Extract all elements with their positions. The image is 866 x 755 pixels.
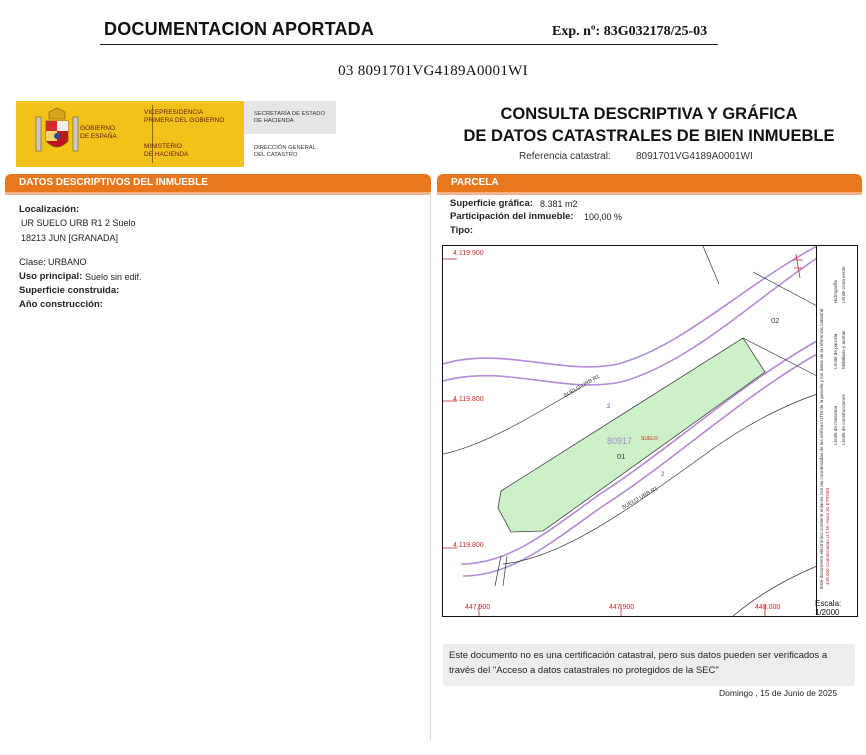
parcel-tag: SUELO [641,436,658,442]
direccion-label: DIRECCIÓN GENERAL DEL CATASTRO [254,145,316,159]
vice-line2: PRIMERA DEL GOBIERNO [144,117,225,124]
disclaimer-note: Este documento no es una certificación c… [443,644,855,686]
cadastral-map[interactable]: 4.119.900 4.119.800 4.119.800 447.900 44… [442,245,858,617]
document-date: Domingo , 15 de Junio de 2025 [719,688,838,698]
header-divider [100,44,718,45]
participacion-value: 100,00 % [584,212,623,222]
gobierno-line2: DE ESPAÑA [80,133,117,140]
consulta-title-line1: CONSULTA DESCRIPTIVA Y GRÁFICA [500,105,798,123]
secretaria-line2: DE HACIENDA [254,118,294,124]
coord-y-bottom: 4.119.800 [453,542,484,549]
gobierno-line1: GOBIERNO [80,125,116,132]
note-line2: través del "Acceso a datos catastrales n… [449,665,719,676]
consulta-title: CONSULTA DESCRIPTIVA Y GRÁFICA DE DATOS … [440,103,858,147]
ministerio-line1: MINISTERIO [144,143,182,150]
expediente-number: Exp. nº: 83G032178/25-03 [552,24,708,39]
parcela-header: PARCELA [437,174,862,192]
ministerio-line2: DE HACIENDA [144,151,189,158]
street-number-upper: 2 [607,404,611,410]
legend-utm-note: 448.000 Coordenadas U.T.M. Huso 30 ETRS8… [825,487,830,585]
localizacion-line1: UR SUELO URB R1 2 Suelo [21,218,136,228]
neighbor-parcel-label: 02 [771,316,780,325]
coord-x-right: 448.000 [755,604,781,611]
coord-y-top: 4.119.900 [453,250,484,257]
right-bar-shadow [437,192,862,195]
boundary-line-6 [752,271,818,307]
datos-descriptivos-header: DATOS DESCRIPTIVOS DEL INMUEBLE [5,174,431,192]
superficie-construida-label: Superficie construida: [19,285,120,296]
localizacion-label: Localización: [19,204,80,215]
localizacion-line2: 18213 JUN [GRANADA] [21,233,119,243]
parcel-number: 80917 [607,436,633,446]
refcat-label: Referencia catastral: [519,151,611,162]
document-reference: 03 8091701VG4189A0001WI [338,63,528,79]
secretaria-line1: SECRETARÍA DE ESTADO [254,111,325,117]
map-legend: Este documento electrónico contiene enla… [816,245,857,615]
direccion-line2: DEL CATASTRO [254,152,298,158]
street-number-lower: 2 [661,472,665,478]
parcel-subnumber: 01 [617,452,626,461]
consulta-title-line2: DE DATOS CATASTRALES DE BIEN INMUEBLE [463,127,835,145]
legend-electronic-note: Este documento electrónico contiene enla… [819,308,824,589]
uso-principal-label: Uso principal: [19,271,83,282]
refcat-value: 8091701VG4189A0001WI [636,151,753,162]
map-svg [443,246,818,616]
coord-y-mid: 4.119.800 [453,396,484,403]
legend-item-mobiliario: Mobiliario y aceras [841,330,846,369]
boundary-line-3 [702,246,720,285]
superficie-grafica-value: 8.381 m2 [540,199,578,209]
coord-x-mid: 447.900 [609,604,635,611]
clase-label: Clase: [19,257,46,268]
legend-item-hidrografia: Hidrografía [833,280,838,303]
legend-item-manzana: Límite de manzana [833,405,838,445]
gobierno-espana-logo: GOBIERNO DE ESPAÑA VICEPRESIDENCIA PRIME… [16,101,244,167]
boundary-line-8 [502,555,508,587]
datos-descriptivos-panel: Localización: UR SUELO URB R1 2 Suelo 18… [5,192,431,740]
gobierno-label: GOBIERNO DE ESPAÑA [80,125,117,141]
clase-value: URBANO [48,257,87,267]
direccion-line1: DIRECCIÓN GENERAL [254,145,316,151]
vice-line1: VICEPRESIDENCIA [144,109,204,116]
vicepresidencia-label: VICEPRESIDENCIA PRIMERA DEL GOBIERNO [144,109,224,125]
catastro-logo: SECRETARÍA DE ESTADO DE HACIENDA DIRECCI… [244,101,336,167]
participacion-label: Participación del inmueble: [450,211,574,222]
coat-of-arms-icon [35,107,79,152]
road-lower-outer [462,353,818,577]
superficie-grafica-label: Superficie gráfica: [450,198,533,209]
legend-item-parcela: Límite de parcela [833,333,838,369]
document-title: DOCUMENTACION APORTADA [104,19,375,39]
road-upper-outer [443,246,818,368]
scale-value: 1/2000 [815,608,840,617]
map-scale: Escala: 1/2000 [815,599,859,619]
coord-x-left: 447.900 [465,604,491,611]
scale-label: Escala: [815,599,842,608]
legend-item-zona-verde: Límite zona verde [841,266,846,303]
secretaria-label: SECRETARÍA DE ESTADO DE HACIENDA [254,111,325,125]
anio-construccion-label: Año construcción: [19,299,103,310]
legend-item-construcciones: Límite de construcciones [841,394,846,445]
tipo-label: Tipo: [450,225,474,236]
note-line1: Este documento no es una certificación c… [449,650,828,661]
ministerio-label: MINISTERIO DE HACIENDA [144,143,188,159]
uso-principal-value: Suelo sin edif. [85,272,142,282]
